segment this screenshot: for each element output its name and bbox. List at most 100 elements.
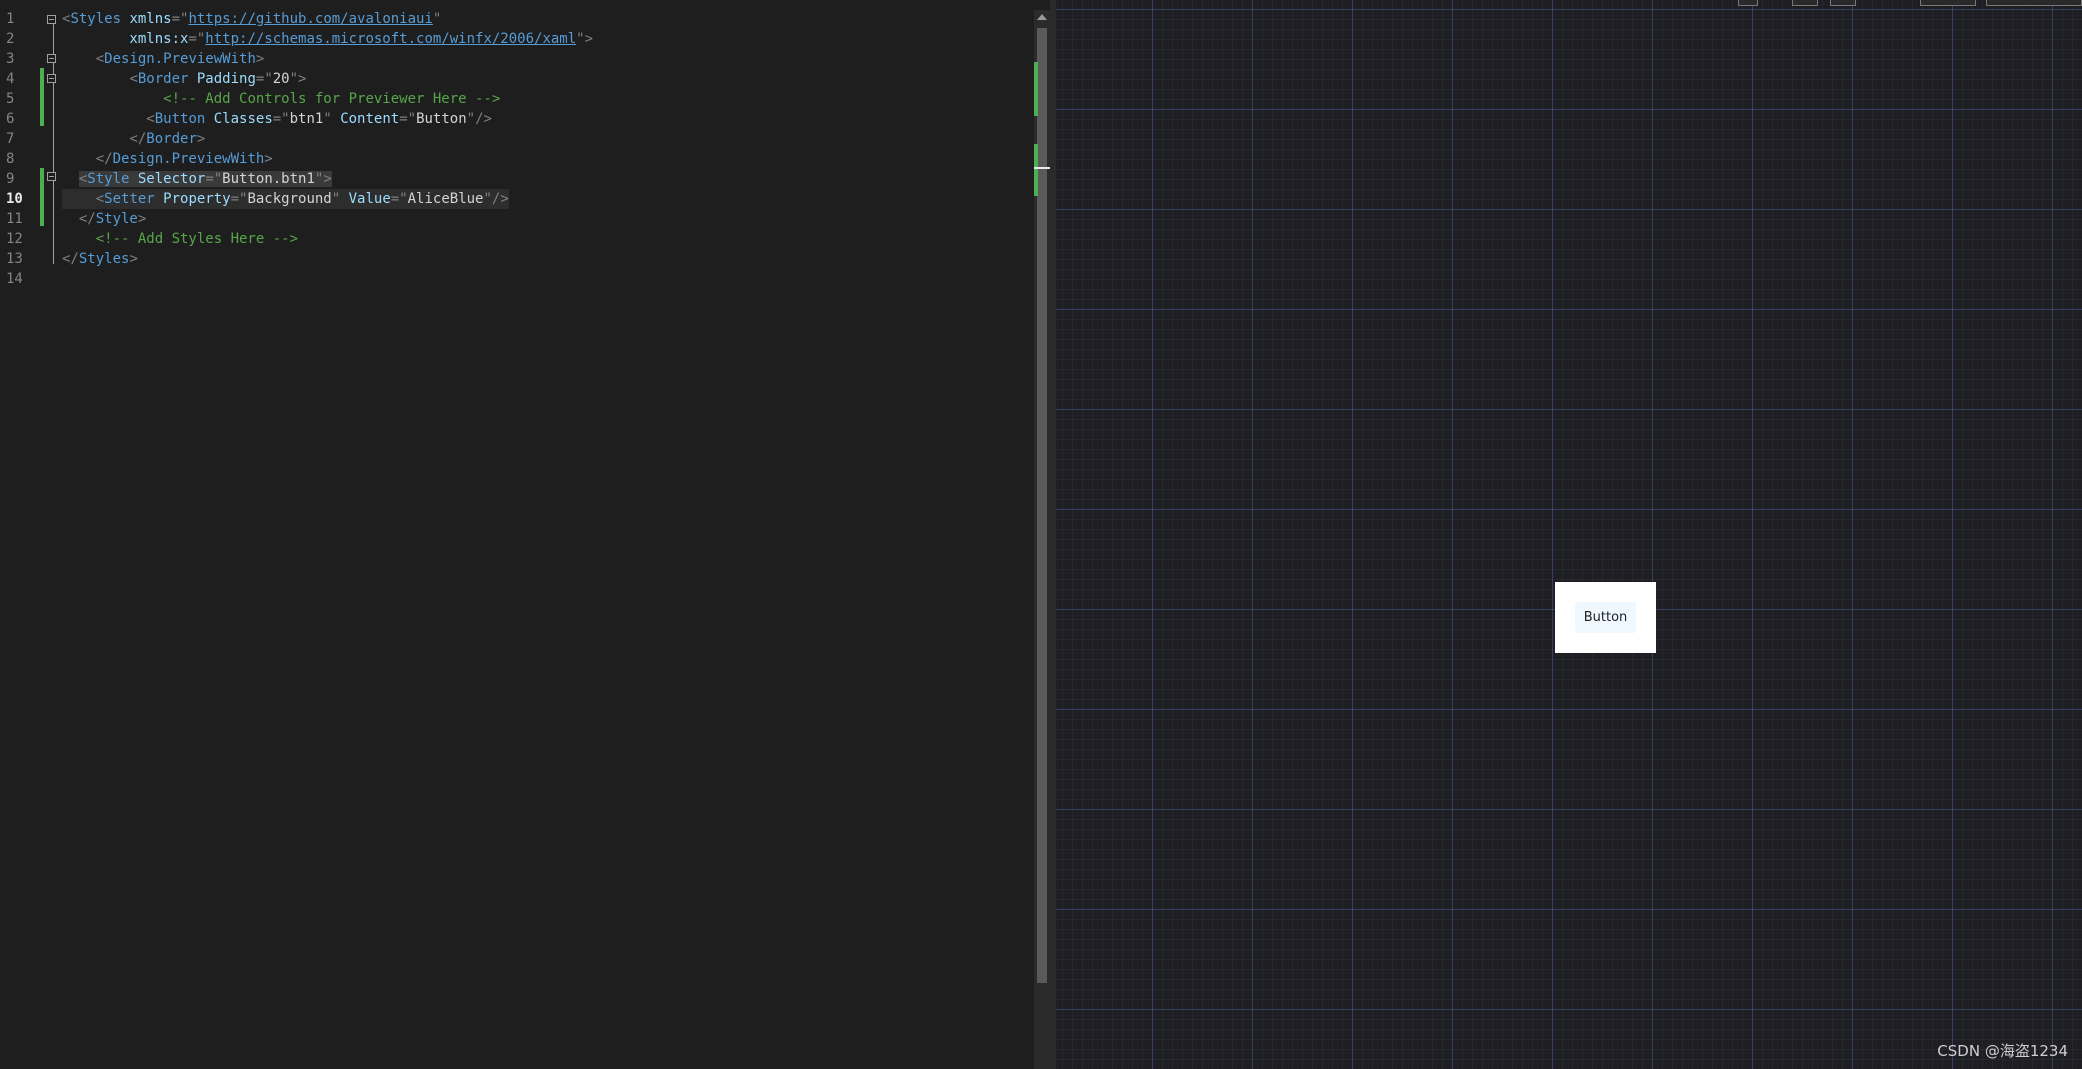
code-token: AliceBlue bbox=[407, 191, 484, 207]
code-comment: <!-- Add Controls for Previewer Here --> bbox=[163, 91, 501, 107]
line-number: 11 bbox=[6, 211, 23, 227]
code-token: " bbox=[331, 191, 341, 207]
code-token: < bbox=[95, 51, 105, 67]
toolbar-control[interactable] bbox=[1920, 0, 1976, 6]
code-token: xmlns:x bbox=[62, 31, 189, 47]
scrollbar-thumb[interactable] bbox=[1037, 28, 1047, 983]
change-marker bbox=[40, 68, 44, 126]
code-token: Setter bbox=[104, 191, 155, 207]
code-token: Design.PreviewWith bbox=[104, 51, 256, 67]
code-line[interactable]: <!-- Add Controls for Previewer Here --> bbox=[62, 89, 500, 109]
code-line[interactable]: <Border Padding="20"> bbox=[62, 69, 306, 89]
code-token: =" bbox=[230, 191, 248, 207]
code-token: > bbox=[264, 151, 273, 167]
scrollbar-change-mark bbox=[1034, 144, 1038, 196]
toolbar-dropdown[interactable] bbox=[1986, 0, 2082, 6]
fold-toggle-icon[interactable] bbox=[47, 172, 56, 181]
fold-toggle-icon[interactable] bbox=[47, 74, 56, 83]
code-line[interactable]: <Style Selector="Button.btn1"> bbox=[62, 169, 332, 189]
change-marker bbox=[40, 168, 44, 226]
watermark: CSDN @海盗1234 bbox=[1937, 1042, 2068, 1060]
scrollbar-change-mark bbox=[1034, 62, 1038, 116]
code-token: "/> bbox=[483, 191, 509, 207]
code-token: Button bbox=[416, 111, 467, 127]
line-number: 14 bbox=[6, 271, 23, 287]
code-token: Button bbox=[154, 111, 206, 127]
line-number: 7 bbox=[6, 131, 15, 147]
scrollbar-caret-mark bbox=[1034, 167, 1050, 169]
code-token: "/> bbox=[466, 111, 492, 127]
code-token: Style bbox=[87, 171, 130, 187]
code-token: =" bbox=[272, 111, 290, 127]
code-line[interactable]: <Design.PreviewWith> bbox=[62, 49, 265, 69]
code-token: > bbox=[255, 51, 265, 67]
code-line[interactable]: </Style> bbox=[62, 209, 146, 229]
line-number: 5 bbox=[6, 91, 15, 107]
code-line[interactable]: <!-- Add Styles Here --> bbox=[62, 229, 298, 249]
toolbar-control[interactable] bbox=[1792, 0, 1818, 6]
code-token: =" bbox=[188, 31, 206, 47]
code-line[interactable]: </Styles> bbox=[62, 249, 138, 269]
designer-preview-canvas bbox=[1056, 0, 2082, 1069]
line-number: 10 bbox=[6, 191, 23, 207]
line-number: 9 bbox=[6, 171, 15, 187]
code-token: Button.btn1 bbox=[222, 171, 315, 187]
code-token: Border bbox=[137, 71, 189, 87]
code-token: Padding bbox=[188, 71, 256, 87]
code-token: btn1 bbox=[289, 111, 324, 127]
fold-toggle-icon[interactable] bbox=[47, 15, 56, 24]
toolbar-control[interactable] bbox=[1738, 0, 1758, 6]
preview-button[interactable]: Button bbox=[1575, 602, 1636, 633]
code-token: Content bbox=[331, 111, 400, 127]
line-number: 2 bbox=[6, 31, 15, 47]
line-number: 1 bbox=[6, 11, 15, 27]
code-token: =" bbox=[399, 111, 417, 127]
code-editor[interactable]: 1 2 3 4 5 6 7 8 9 10 11 12 13 14 <Styles xmlns="https… bbox=[0, 0, 1034, 1069]
code-token: =" bbox=[390, 191, 408, 207]
code-token: Classes bbox=[205, 111, 273, 127]
preview-border: Button bbox=[1555, 582, 1656, 653]
code-line[interactable]: xmlns:x="http://schemas.microsoft.com/wi… bbox=[62, 29, 593, 49]
code-link[interactable]: http://schemas.microsoft.com/winfx/2006/… bbox=[205, 31, 576, 47]
code-token: "> bbox=[314, 171, 332, 187]
code-token: < bbox=[146, 111, 155, 127]
code-token: </ bbox=[95, 151, 113, 167]
code-token: </ bbox=[129, 131, 147, 147]
code-token: "> bbox=[289, 71, 307, 87]
toolbar-control[interactable] bbox=[1830, 0, 1856, 6]
code-token: Background bbox=[247, 191, 332, 207]
code-token: " bbox=[323, 111, 332, 127]
code-line[interactable]: </Design.PreviewWith> bbox=[62, 149, 273, 169]
code-token: =" bbox=[205, 171, 223, 187]
code-token: xmlns bbox=[121, 11, 172, 27]
code-token: > bbox=[196, 131, 206, 147]
line-number: 4 bbox=[6, 71, 15, 87]
editor-vertical-scrollbar[interactable] bbox=[1034, 10, 1050, 1069]
scroll-up-arrow-icon[interactable] bbox=[1037, 14, 1047, 20]
code-token: Design.PreviewWith bbox=[112, 151, 265, 167]
code-line[interactable]: </Border> bbox=[62, 129, 205, 149]
code-token: </ bbox=[78, 211, 96, 227]
fold-toggle-icon[interactable] bbox=[47, 54, 56, 63]
code-line[interactable]: <Button Classes="btn1" Content="Button"/… bbox=[62, 109, 492, 129]
code-comment: <!-- Add Styles Here --> bbox=[95, 231, 299, 247]
code-token: Style bbox=[95, 211, 138, 227]
code-token: "> bbox=[576, 31, 594, 47]
code-line[interactable]: <Styles xmlns="https://github.com/avalon… bbox=[62, 9, 441, 29]
code-token: > bbox=[129, 251, 138, 267]
code-token: Selector bbox=[129, 171, 206, 187]
code-line[interactable]: <Setter Property="Background" Value="Ali… bbox=[62, 189, 509, 209]
code-link[interactable]: https://github.com/avaloniaui bbox=[188, 11, 432, 27]
line-number: 13 bbox=[6, 251, 23, 267]
code-token: < bbox=[95, 191, 105, 207]
line-number: 6 bbox=[6, 111, 15, 127]
code-token: > bbox=[137, 211, 147, 227]
line-number: 8 bbox=[6, 151, 15, 167]
code-token: </ bbox=[62, 251, 79, 267]
